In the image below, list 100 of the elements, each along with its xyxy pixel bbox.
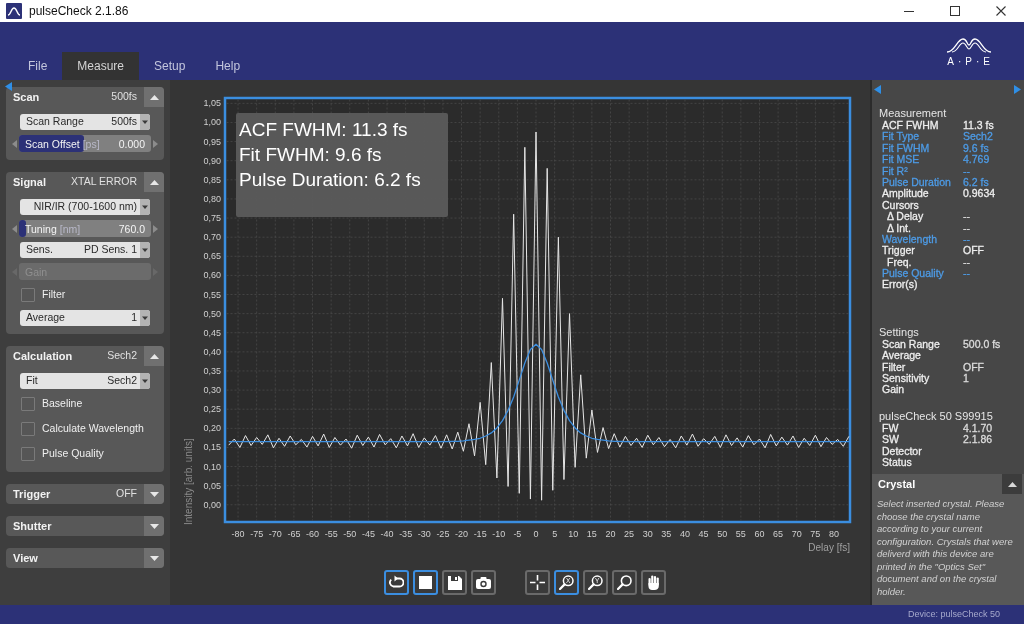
left-arrow-icon[interactable] [12,224,17,233]
checkbox[interactable] [21,422,35,436]
x-tick-label: 10 [568,529,579,539]
save-button[interactable] [442,570,467,595]
row-value: 500.0 fs [963,338,1001,351]
row-value: 9.6 fs [963,142,989,155]
right-arrow-icon[interactable] [153,224,158,233]
row-label: Fit MSE [882,154,920,166]
pan-button[interactable] [641,570,666,595]
row-value: 1 [963,373,969,385]
y-tick-label: 0,75 [203,213,221,224]
checkbox-label: Pulse Quality [42,446,104,462]
square-icon [419,576,432,589]
dropdown[interactable]: Sens. PD Sens. 1 [20,242,150,258]
row-label: Error(s) [882,279,918,291]
menu-tab[interactable]: Measure [62,52,140,80]
left-triangle-icon[interactable] [874,84,881,94]
maximize-icon [950,6,960,16]
dropdown[interactable]: NIR/IR (700-1600 nm) [20,199,150,215]
expand-button[interactable] [144,548,164,568]
x-axis-title: Delay [fs] [808,542,850,553]
checkbox-label: Calculate Wavelength [42,421,144,437]
row-value: Sech2 [963,131,993,143]
collapse-button[interactable] [144,346,164,366]
section-title: Signal [12,174,46,190]
collapse-button[interactable] [144,87,164,107]
collapse-button[interactable] [144,172,164,192]
menu-tab[interactable]: File [13,52,63,80]
row-label: Pulse Quality [882,268,944,280]
x-tick-label: -20 [455,529,468,539]
expand-button[interactable] [144,484,164,504]
window-title: pulseCheck 2.1.86 [29,3,129,20]
checkbox[interactable] [21,288,35,302]
menu-tab[interactable]: Help [200,52,256,80]
x-tick-label: 65 [773,529,784,539]
caret-icon [140,199,150,215]
menu-tab[interactable]: Setup [139,52,201,80]
x-tick-label: 40 [680,529,690,539]
repeat-button[interactable] [384,570,409,595]
row-label: Amplitude [882,188,929,200]
y-tick-label: 0,80 [203,193,221,204]
row-label: Filter [882,361,906,374]
left-triangle-icon[interactable] [5,82,12,91]
section-title: View [12,550,38,566]
double-peak-icon [946,37,991,53]
x-tick-label: -10 [492,529,506,539]
x-tick-label: -45 [361,529,375,539]
stop-button[interactable] [413,570,438,595]
x-tick-label: 35 [661,529,672,539]
y-tick-label: 0,45 [203,327,221,338]
row-label: ACF FWHM [882,120,939,132]
row-value: -- [963,233,970,246]
dropdown[interactable]: Average 1 [20,310,150,326]
checkbox[interactable] [21,447,35,461]
right-arrow-icon[interactable] [153,139,158,148]
x-tick-label: 30 [642,529,653,539]
y-tick-label: 0,25 [203,404,221,415]
checkbox[interactable] [21,397,35,411]
y-tick-label: 0,60 [203,270,221,281]
up-triangle-icon [1007,481,1017,487]
x-tick-label: -65 [287,529,301,539]
x-tick-label: -40 [380,529,394,539]
x-tick-label: -15 [473,529,487,539]
x-tick-label: 55 [735,529,746,539]
row-value: -- [963,268,970,280]
y-tick-label: 0,30 [203,385,221,396]
x-tick-label: 15 [586,529,597,539]
x-tick-label: -35 [399,529,413,539]
row-value: 0.9634 [963,188,996,200]
checkbox-label: Filter [42,287,66,303]
checkbox-label: Baseline [42,396,83,412]
status-text: Device: pulseCheck 50 [907,607,1000,621]
row-value: -- [963,165,970,177]
search-icon [617,575,632,590]
row-label: FW [882,422,899,435]
row-label: SW [882,434,899,446]
row-label: Sensitivity [882,373,930,385]
row-label: Cursors [882,199,919,212]
dropdown[interactable]: Fit Sech2 [20,373,150,389]
right-triangle-icon[interactable] [1014,84,1021,94]
left-arrow-icon[interactable] [12,139,17,148]
y-tick-label: 0,95 [203,136,221,147]
dropdown[interactable]: Scan Range 500fs [20,114,150,130]
x-tick-label: 60 [754,529,765,539]
overlay-text: ACF FWHM: 11.3 fs [239,118,409,142]
row-value: OFF [963,361,984,374]
row-value: 4.769 [963,154,990,166]
crosshair-button[interactable] [525,570,550,595]
y-axis-title: Intensity [arb. units] [183,438,194,525]
row-label: Pulse Duration [882,176,951,189]
collapse-button[interactable] [1002,474,1022,494]
row-label: Wavelength [882,233,938,246]
down-triangle-icon [149,523,159,529]
zoom-button[interactable] [612,570,637,595]
camera-button[interactable] [471,570,496,595]
section-title: Trigger [12,486,51,502]
expand-button[interactable] [144,516,164,536]
x-tick-label: -55 [324,529,338,539]
group-heading: Settings [879,325,920,339]
x-tick-label: -50 [343,529,357,539]
